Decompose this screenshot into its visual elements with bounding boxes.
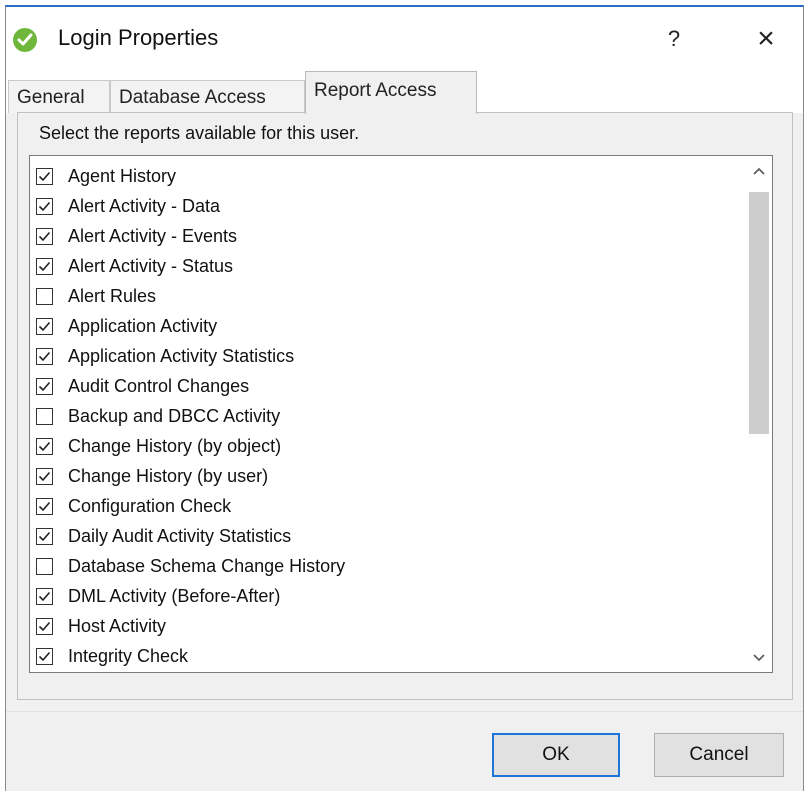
report-item[interactable]: Change History (by object) bbox=[30, 431, 750, 461]
report-label: Integrity Check bbox=[68, 645, 189, 666]
scroll-down-button[interactable] bbox=[746, 642, 772, 672]
report-checkbox[interactable] bbox=[36, 527, 53, 545]
checkmark-icon bbox=[38, 591, 51, 601]
report-checkbox[interactable] bbox=[36, 497, 53, 515]
tab-strip: General Database Access Report Access bbox=[6, 69, 803, 114]
report-label: Application Activity Statistics bbox=[68, 345, 295, 366]
report-item[interactable]: Configuration Check bbox=[30, 491, 750, 521]
tab-report-access[interactable]: Report Access bbox=[305, 71, 477, 114]
report-item[interactable]: Backup and DBCC Activity bbox=[30, 401, 750, 431]
app-check-icon bbox=[13, 28, 37, 52]
report-item[interactable]: Agent History bbox=[30, 161, 750, 191]
checkmark-icon bbox=[38, 531, 51, 541]
report-checkbox[interactable] bbox=[36, 647, 53, 665]
report-checkbox[interactable] bbox=[36, 197, 53, 215]
login-properties-dialog: Login Properties ? × General Database Ac… bbox=[5, 5, 804, 791]
reports-list: Agent History Alert Activity - Data Alert … bbox=[30, 161, 750, 671]
reports-checklist[interactable]: Agent History Alert Activity - Data Alert … bbox=[29, 155, 773, 673]
scroll-thumb[interactable] bbox=[749, 192, 769, 434]
report-label: Change History (by user) bbox=[68, 465, 269, 486]
report-checkbox[interactable] bbox=[36, 467, 53, 485]
checkmark-icon bbox=[38, 651, 51, 661]
checkmark-icon bbox=[38, 231, 51, 241]
report-label: Audit Control Changes bbox=[68, 375, 250, 396]
chevron-up-icon bbox=[753, 167, 765, 175]
report-label: Alert Activity - Events bbox=[68, 225, 238, 246]
report-label: Alert Activity - Data bbox=[68, 195, 221, 216]
checkmark-icon bbox=[38, 351, 51, 361]
checkmark-icon bbox=[38, 471, 51, 481]
report-checkbox[interactable] bbox=[36, 287, 53, 305]
report-label: Database Schema Change History bbox=[68, 555, 346, 576]
report-item[interactable]: Alert Activity - Status bbox=[30, 251, 750, 281]
dialog-title: Login Properties bbox=[58, 25, 219, 50]
report-label: Backup and DBCC Activity bbox=[68, 405, 281, 426]
button-area-divider bbox=[6, 711, 803, 712]
checkmark-icon bbox=[38, 621, 51, 631]
report-checkbox[interactable] bbox=[36, 557, 53, 575]
report-checkbox[interactable] bbox=[36, 317, 53, 335]
checkmark-icon bbox=[38, 201, 51, 211]
report-label: Change History (by object) bbox=[68, 435, 282, 456]
report-label: Alert Rules bbox=[68, 285, 157, 306]
report-item[interactable]: Integrity Check bbox=[30, 641, 750, 671]
help-button[interactable]: ? bbox=[654, 21, 694, 57]
checkmark-icon bbox=[38, 171, 51, 181]
tab-database-access[interactable]: Database Access bbox=[110, 80, 305, 113]
report-item[interactable]: Daily Audit Activity Statistics bbox=[30, 521, 750, 551]
report-item[interactable]: Application Activity bbox=[30, 311, 750, 341]
checkmark-icon bbox=[38, 261, 51, 271]
report-item[interactable]: Host Activity bbox=[30, 611, 750, 641]
report-label: Daily Audit Activity Statistics bbox=[68, 525, 292, 546]
report-item[interactable]: Alert Activity - Events bbox=[30, 221, 750, 251]
report-access-panel: Select the reports available for this us… bbox=[17, 112, 793, 700]
report-checkbox[interactable] bbox=[36, 227, 53, 245]
report-item[interactable]: Change History (by user) bbox=[30, 461, 750, 491]
instructions-label: Select the reports available for this us… bbox=[39, 123, 360, 143]
report-checkbox[interactable] bbox=[36, 407, 53, 425]
report-item[interactable]: Alert Activity - Data bbox=[30, 191, 750, 221]
checkmark-icon bbox=[38, 441, 51, 451]
checkmark-icon bbox=[38, 321, 51, 331]
chevron-down-icon bbox=[753, 653, 765, 661]
report-label: Configuration Check bbox=[68, 495, 232, 516]
report-checkbox[interactable] bbox=[36, 167, 53, 185]
report-checkbox[interactable] bbox=[36, 617, 53, 635]
report-item[interactable]: DML Activity (Before-After) bbox=[30, 581, 750, 611]
report-checkbox[interactable] bbox=[36, 437, 53, 455]
ok-button[interactable]: OK bbox=[492, 733, 620, 777]
checkmark-icon bbox=[38, 381, 51, 391]
report-label: DML Activity (Before-After) bbox=[68, 585, 281, 606]
report-item[interactable]: Application Activity Statistics bbox=[30, 341, 750, 371]
tab-general[interactable]: General bbox=[8, 80, 110, 113]
checkmark-icon bbox=[38, 501, 51, 511]
report-checkbox[interactable] bbox=[36, 347, 53, 365]
report-checkbox[interactable] bbox=[36, 377, 53, 395]
report-checkbox[interactable] bbox=[36, 587, 53, 605]
report-item[interactable]: Alert Rules bbox=[30, 281, 750, 311]
report-label: Alert Activity - Status bbox=[68, 255, 234, 276]
title-bar: Login Properties ? × bbox=[6, 7, 803, 69]
vertical-scrollbar[interactable] bbox=[746, 156, 772, 672]
report-label: Agent History bbox=[68, 165, 177, 186]
report-item[interactable]: Database Schema Change History bbox=[30, 551, 750, 581]
report-checkbox[interactable] bbox=[36, 257, 53, 275]
scroll-up-button[interactable] bbox=[746, 156, 772, 186]
report-label: Application Activity bbox=[68, 315, 218, 336]
report-label: Host Activity bbox=[68, 615, 167, 636]
cancel-button[interactable]: Cancel bbox=[654, 733, 784, 777]
close-button[interactable]: × bbox=[746, 21, 786, 57]
report-item[interactable]: Audit Control Changes bbox=[30, 371, 750, 401]
